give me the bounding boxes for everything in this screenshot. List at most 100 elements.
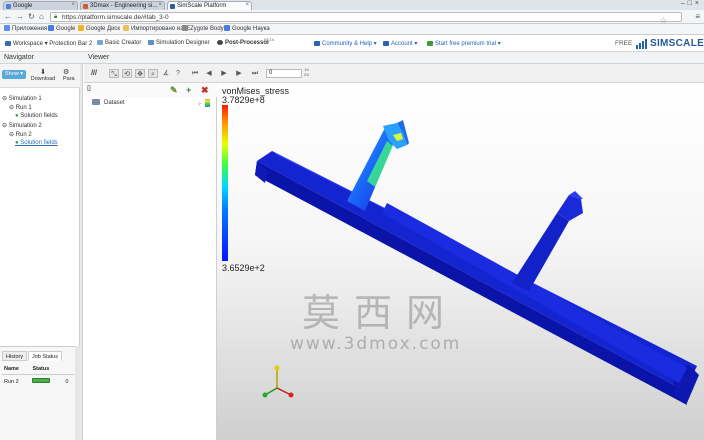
colormap-icon[interactable] bbox=[205, 99, 210, 107]
document-icon[interactable]: ▯ bbox=[87, 84, 91, 92]
points-icon[interactable]: ⁘ bbox=[197, 101, 202, 108]
status-progress-bar bbox=[32, 378, 51, 383]
parameters-button[interactable]: ⚙ Para bbox=[63, 68, 75, 82]
forward-arrow-icon[interactable]: → bbox=[16, 12, 24, 21]
home-icon[interactable]: ⌂ bbox=[39, 12, 44, 21]
zoom-icon[interactable]: ⌕ bbox=[148, 69, 158, 78]
dataset-label: Dataset bbox=[104, 100, 125, 106]
prev-frame-icon[interactable]: ◀ bbox=[204, 69, 214, 78]
simulation-designer-tab[interactable]: Simulation Designer bbox=[148, 40, 210, 46]
download-label: Download bbox=[30, 76, 56, 82]
edit-icon[interactable]: ✎ bbox=[170, 85, 178, 96]
last-frame-icon[interactable]: ⏭ bbox=[250, 69, 260, 78]
add-icon[interactable]: + bbox=[186, 85, 191, 95]
bookmark-google-drive[interactable]: Google Диск bbox=[78, 25, 120, 32]
close-icon[interactable]: × bbox=[158, 2, 162, 8]
bookmark-google[interactable]: Google bbox=[48, 25, 75, 32]
url-bar[interactable]: 🔒︎ https://platform.simscale.de/#tab_3-0… bbox=[50, 12, 682, 25]
job-table: Name Status Run 2 0 bbox=[2, 364, 74, 388]
tab-3dmax[interactable]: 3Dmax - Engineering si... × bbox=[80, 1, 165, 10]
tree-label: Simulation 1 bbox=[8, 96, 42, 102]
legend-max: 3.7829e+8 bbox=[222, 95, 265, 105]
tree-label: Simulation 2 bbox=[8, 123, 42, 129]
plan-label: FREE bbox=[615, 40, 633, 47]
drive-icon bbox=[78, 25, 84, 31]
first-frame-icon[interactable]: ⏮ bbox=[190, 69, 200, 78]
community-menu[interactable]: Community & Help ▾ bbox=[314, 40, 377, 47]
bookmark-google-science[interactable]: Google Наука bbox=[224, 25, 270, 32]
viewer-toolbar: /// ⤡ ⟲ ✥ ⌕ ∡ ? ⏮ ◀ ▶ ▶ ⏭ 0 1X 2X bbox=[84, 64, 704, 83]
speed-control[interactable]: 1X 2X bbox=[304, 67, 309, 77]
tree-solution-fields-2[interactable]: ● Solution fields bbox=[15, 140, 58, 146]
fit-view-icon[interactable]: ⤡ bbox=[109, 69, 119, 78]
legend-min: 3.6529e+2 bbox=[222, 263, 265, 273]
post-processor-tab[interactable]: Post-Processor bbox=[217, 40, 269, 46]
rotate-icon[interactable]: ⟲ bbox=[122, 69, 132, 78]
account-menu[interactable]: Account ▾ bbox=[383, 40, 417, 47]
job-name: Run 2 bbox=[4, 378, 19, 385]
pan-icon[interactable]: ✥ bbox=[135, 69, 145, 78]
close-icon[interactable]: × bbox=[71, 2, 75, 8]
workspace-menu[interactable]: Workspace ▾ Protection Bar 2 bbox=[5, 40, 92, 47]
apps-icon bbox=[4, 25, 10, 31]
show-button[interactable]: Show ▾ bbox=[2, 70, 26, 79]
dataset-toolbar: ▯ ✎ + ✖ bbox=[84, 83, 217, 97]
tab-google[interactable]: Google × bbox=[3, 1, 78, 10]
simscale-logo-icon bbox=[636, 39, 647, 49]
viewer-title: Viewer bbox=[88, 54, 110, 61]
frame-input[interactable]: 0 bbox=[266, 69, 302, 78]
browser-tab-bar: Google × 3Dmax - Engineering si... × Sim… bbox=[0, 0, 704, 10]
trial-menu[interactable]: Start free premium trial ▾ bbox=[427, 40, 501, 47]
close-icon[interactable]: × bbox=[245, 2, 249, 8]
bookmark-imported[interactable]: Импортировано из IE bbox=[123, 25, 190, 32]
tab-label: 3Dmax - Engineering si... bbox=[90, 3, 158, 9]
column-name: Name bbox=[2, 364, 31, 375]
collapse-icon: ⊖ bbox=[2, 123, 9, 129]
job-status-panel: History Job Status Name Status Run 2 0 bbox=[0, 346, 80, 440]
tab-history[interactable]: History bbox=[2, 351, 28, 361]
tab-simscale[interactable]: SimScale Platform × bbox=[167, 1, 252, 10]
tree-label: Solution fields bbox=[20, 113, 58, 119]
simulation-designer-label: Simulation Designer bbox=[156, 40, 210, 46]
reload-icon[interactable]: ↻ bbox=[28, 12, 35, 21]
table-row[interactable]: Run 2 0 bbox=[2, 375, 74, 389]
bookmark-apps[interactable]: Приложения bbox=[4, 25, 47, 32]
tree-run-2[interactable]: ⊖ Run 2 bbox=[9, 131, 32, 138]
designer-icon bbox=[148, 40, 154, 45]
tree-run-1[interactable]: ⊖ Run 1 bbox=[9, 104, 32, 111]
download-button[interactable]: ⬇ Download bbox=[30, 68, 56, 82]
list-item[interactable]: Dataset bbox=[92, 99, 125, 106]
pipeline-icon[interactable]: /// bbox=[87, 69, 101, 78]
play-icon[interactable]: ▶ bbox=[219, 69, 229, 78]
basic-creator-tab[interactable]: Basic Creator bbox=[97, 40, 141, 46]
url-text: https://platform.simscale.de/#tab_3-0 bbox=[62, 14, 169, 21]
collapse-icon: ⊖ bbox=[9, 132, 16, 138]
simscale-logo: SIMSCALE bbox=[650, 38, 704, 49]
tree-solution-fields-1[interactable]: ● Solution fields bbox=[15, 113, 58, 119]
panel-splitter[interactable] bbox=[80, 64, 83, 440]
tree-simulation-2[interactable]: ⊖ Simulation 2 bbox=[2, 122, 42, 129]
collapse-icon: ⊖ bbox=[2, 96, 9, 102]
window-controls[interactable]: –□× bbox=[681, 0, 702, 7]
tab-job-status[interactable]: Job Status bbox=[28, 351, 62, 361]
3d-viewport[interactable]: vonMises_stress 3.7829e+8 3.6529e+2 bbox=[217, 83, 704, 440]
next-frame-icon[interactable]: ▶ bbox=[234, 69, 244, 78]
back-arrow-icon[interactable]: ← bbox=[4, 12, 12, 21]
download-icon: ⬇ bbox=[40, 69, 46, 76]
navigator-toolbar: Show ▾ ⬇ Download ⚙ Para bbox=[0, 64, 80, 88]
bookmarks-bar: Приложения Google Google Диск Импортиров… bbox=[0, 24, 704, 35]
creator-icon bbox=[97, 40, 103, 45]
tree-simulation-1[interactable]: ⊖ Simulation 1 bbox=[2, 95, 42, 102]
navigator-title: Navigator bbox=[4, 54, 34, 61]
job-panel-scrollbar[interactable] bbox=[75, 346, 80, 440]
cool-arm bbox=[512, 213, 569, 291]
help-icon[interactable]: ? bbox=[173, 69, 183, 78]
bookmark-zygote[interactable]: Zygote Body bbox=[182, 25, 224, 32]
post-processor-icon bbox=[217, 40, 223, 45]
dataset-icon bbox=[92, 99, 100, 105]
trial-icon bbox=[427, 41, 433, 46]
measure-icon[interactable]: ∡ bbox=[161, 69, 171, 78]
watermark-logo: 莫西网 bbox=[302, 291, 459, 335]
delete-icon[interactable]: ✖ bbox=[201, 85, 209, 96]
menu-icon[interactable]: ≡ bbox=[695, 12, 700, 21]
